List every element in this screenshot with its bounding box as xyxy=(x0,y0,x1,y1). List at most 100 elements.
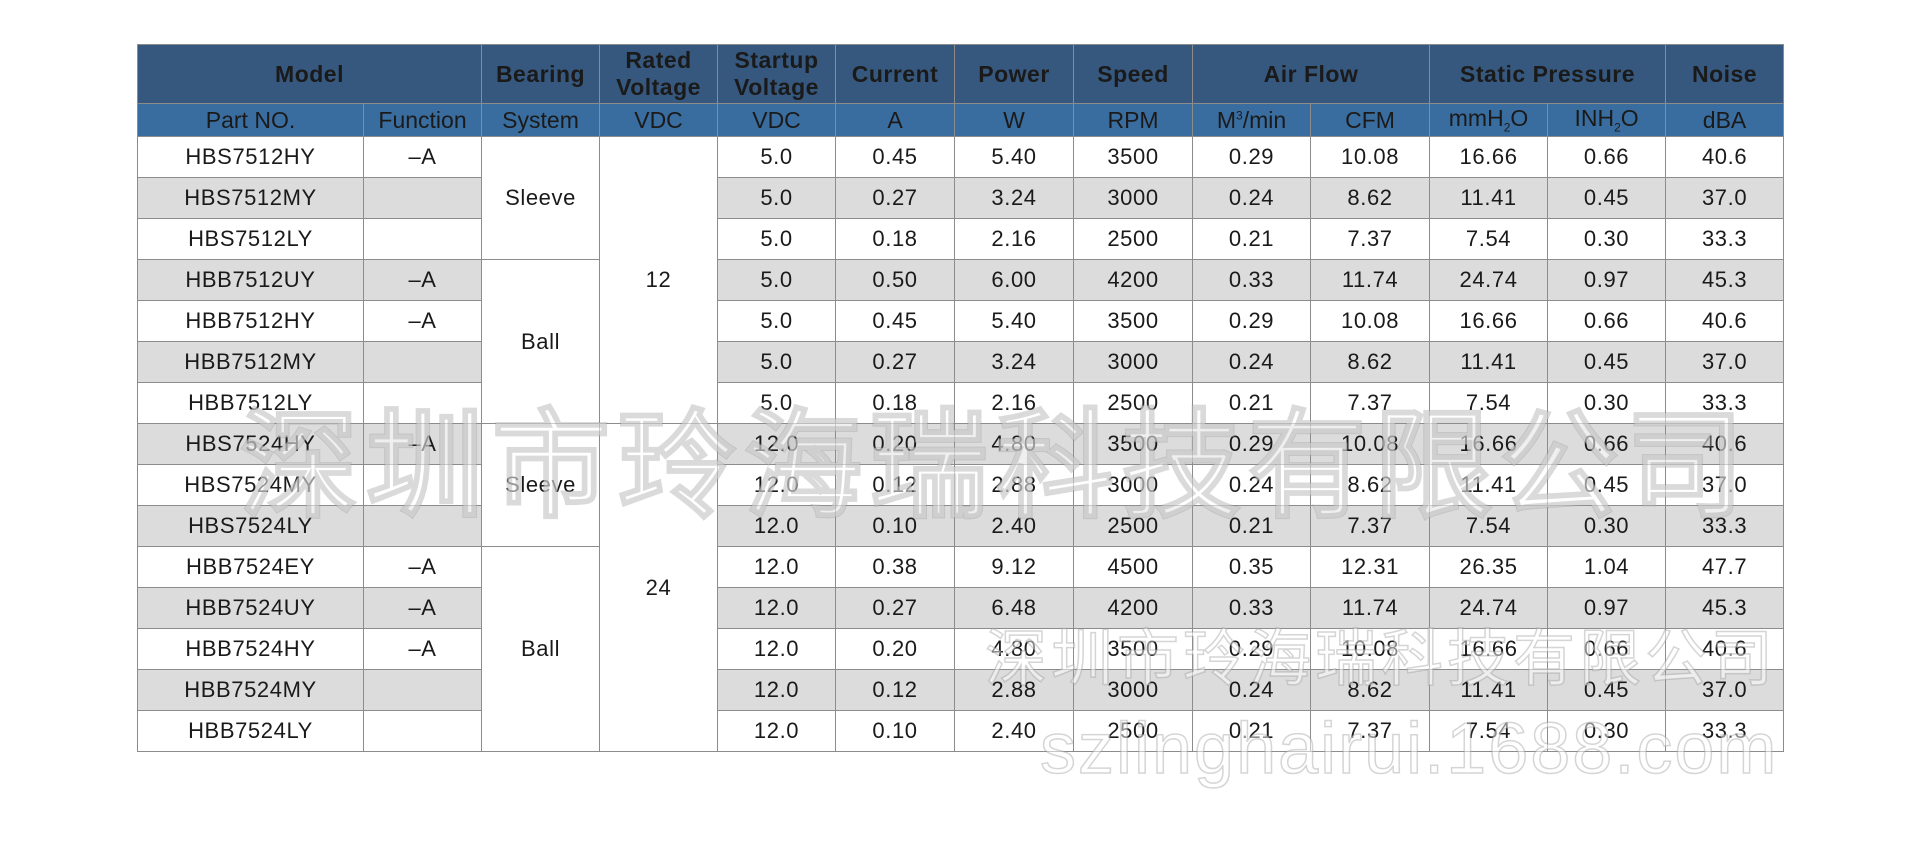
cell-current: 0.20 xyxy=(835,423,956,465)
cell-mmh2o: 11.41 xyxy=(1429,464,1549,506)
table-row: HBS7512MY 5.0 0.27 3.24 3000 0.24 8.62 11.41 0.4… xyxy=(137,177,1785,219)
cell-cfm: 10.08 xyxy=(1310,136,1431,178)
cell-power: 6.00 xyxy=(954,259,1075,301)
cell-power: 2.16 xyxy=(954,382,1075,424)
cell-function xyxy=(362,218,483,260)
cell-bearing-system: Ball xyxy=(481,259,601,424)
cell-function: –A xyxy=(362,259,483,301)
cell-startup: 5.0 xyxy=(717,341,837,383)
cell-inh2o: 0.45 xyxy=(1547,464,1667,506)
cell-cfm: 8.62 xyxy=(1310,177,1431,219)
cell-function xyxy=(362,464,483,506)
cell-mmh2o: 16.66 xyxy=(1429,136,1549,178)
cell-speed: 2500 xyxy=(1073,382,1194,424)
cell-inh2o: 0.45 xyxy=(1547,341,1667,383)
cell-speed: 3500 xyxy=(1073,628,1194,670)
cell-part-no: HBB7524UY xyxy=(137,587,364,629)
cell-cfm: 7.37 xyxy=(1310,505,1431,547)
cell-dba: 45.3 xyxy=(1665,587,1785,629)
cell-rated-voltage: 24 xyxy=(599,423,719,752)
cell-part-no: HBS7512LY xyxy=(137,218,364,260)
cell-mmh2o: 7.54 xyxy=(1429,218,1549,260)
cell-part-no: HBS7524LY xyxy=(137,505,364,547)
cell-startup: 5.0 xyxy=(717,177,837,219)
cell-startup: 12.0 xyxy=(717,669,837,711)
cell-speed: 2500 xyxy=(1073,710,1194,752)
header-air-flow: Air Flow xyxy=(1192,44,1431,104)
fan-spec-table: Model Bearing Rated Voltage Startup Volt… xyxy=(136,44,1785,752)
cell-inh2o: 0.66 xyxy=(1547,136,1667,178)
cell-m3: 0.29 xyxy=(1192,423,1312,465)
cell-m3: 0.21 xyxy=(1192,382,1312,424)
header-speed: Speed xyxy=(1073,44,1194,104)
table-row: HBS7512LY 5.0 0.18 2.16 2500 0.21 7.37 7.54 0.30… xyxy=(137,218,1785,260)
cell-startup: 12.0 xyxy=(717,505,837,547)
table-row: HBB7512HY –A 5.0 0.45 5.40 3500 0.29 10.08 16.66… xyxy=(137,300,1785,342)
cell-dba: 33.3 xyxy=(1665,505,1785,547)
cell-mmh2o: 11.41 xyxy=(1429,669,1549,711)
cell-current: 0.27 xyxy=(835,587,956,629)
cell-startup: 12.0 xyxy=(717,546,837,588)
table-row: HBS7524LY 12.0 0.10 2.40 2500 0.21 7.37 7.54 0.3… xyxy=(137,505,1785,547)
cell-function: –A xyxy=(362,423,483,465)
cell-m3: 0.29 xyxy=(1192,136,1312,178)
table-row: HBB7524HY –A 12.0 0.20 4.80 3500 0.29 10.08 16.6… xyxy=(137,628,1785,670)
header-noise: Noise xyxy=(1665,44,1785,104)
header-static-pressure: Static Pressure xyxy=(1429,44,1667,104)
table-row: HBB7512MY 5.0 0.27 3.24 3000 0.24 8.62 11.41 0.4… xyxy=(137,341,1785,383)
cell-cfm: 8.62 xyxy=(1310,669,1431,711)
cell-inh2o: 0.30 xyxy=(1547,710,1667,752)
cell-power: 5.40 xyxy=(954,300,1075,342)
cell-function: –A xyxy=(362,300,483,342)
cell-mmh2o: 7.54 xyxy=(1429,382,1549,424)
cell-m3: 0.24 xyxy=(1192,341,1312,383)
cell-m3: 0.24 xyxy=(1192,177,1312,219)
subheader-dba: dBA xyxy=(1665,103,1785,137)
cell-speed: 3000 xyxy=(1073,177,1194,219)
cell-current: 0.10 xyxy=(835,505,956,547)
cell-current: 0.27 xyxy=(835,341,956,383)
subheader-system: System xyxy=(481,103,601,137)
subheader-rated-vdc: VDC xyxy=(599,103,719,137)
subheader-watt: W xyxy=(954,103,1075,137)
cell-power: 2.40 xyxy=(954,505,1075,547)
cell-mmh2o: 16.66 xyxy=(1429,423,1549,465)
cell-inh2o: 0.45 xyxy=(1547,177,1667,219)
subheader-amp: A xyxy=(835,103,956,137)
cell-cfm: 10.08 xyxy=(1310,300,1431,342)
cell-startup: 12.0 xyxy=(717,710,837,752)
cell-dba: 33.3 xyxy=(1665,382,1785,424)
cell-inh2o: 0.30 xyxy=(1547,382,1667,424)
cell-function xyxy=(362,505,483,547)
cell-mmh2o: 24.74 xyxy=(1429,259,1549,301)
cell-inh2o: 0.66 xyxy=(1547,628,1667,670)
subheader-row: Part NO. Function System VDC VDC A W RPM… xyxy=(137,103,1785,137)
cell-m3: 0.24 xyxy=(1192,669,1312,711)
cell-mmh2o: 11.41 xyxy=(1429,177,1549,219)
header-startup-voltage: Startup Voltage xyxy=(717,44,837,104)
cell-startup: 5.0 xyxy=(717,136,837,178)
cell-mmh2o: 26.35 xyxy=(1429,546,1549,588)
cell-power: 2.40 xyxy=(954,710,1075,752)
cell-dba: 45.3 xyxy=(1665,259,1785,301)
cell-mmh2o: 24.74 xyxy=(1429,587,1549,629)
header-model: Model xyxy=(136,44,483,104)
cell-part-no: HBS7524HY xyxy=(137,423,364,465)
cell-cfm: 7.37 xyxy=(1310,382,1431,424)
cell-power: 2.88 xyxy=(954,669,1075,711)
cell-speed: 2500 xyxy=(1073,218,1194,260)
table-row: HBS7512HY –A Sleeve 12 5.0 0.45 5.40 3500 0.29 10… xyxy=(137,136,1785,424)
subheader-inh2o: INH2O xyxy=(1547,103,1667,137)
cell-part-no: HBB7512LY xyxy=(137,382,364,424)
cell-part-no: HBS7512MY xyxy=(137,177,364,219)
cell-m3: 0.24 xyxy=(1192,464,1312,506)
cell-inh2o: 0.66 xyxy=(1547,300,1667,342)
cell-part-no: HBB7524EY xyxy=(137,546,364,588)
cell-part-no: HBB7512HY xyxy=(137,300,364,342)
header-power: Power xyxy=(954,44,1075,104)
cell-cfm: 8.62 xyxy=(1310,341,1431,383)
cell-dba: 37.0 xyxy=(1665,341,1785,383)
subheader-part-no: Part NO. xyxy=(137,103,364,137)
cell-m3: 0.29 xyxy=(1192,628,1312,670)
cell-part-no: HBS7524MY xyxy=(137,464,364,506)
